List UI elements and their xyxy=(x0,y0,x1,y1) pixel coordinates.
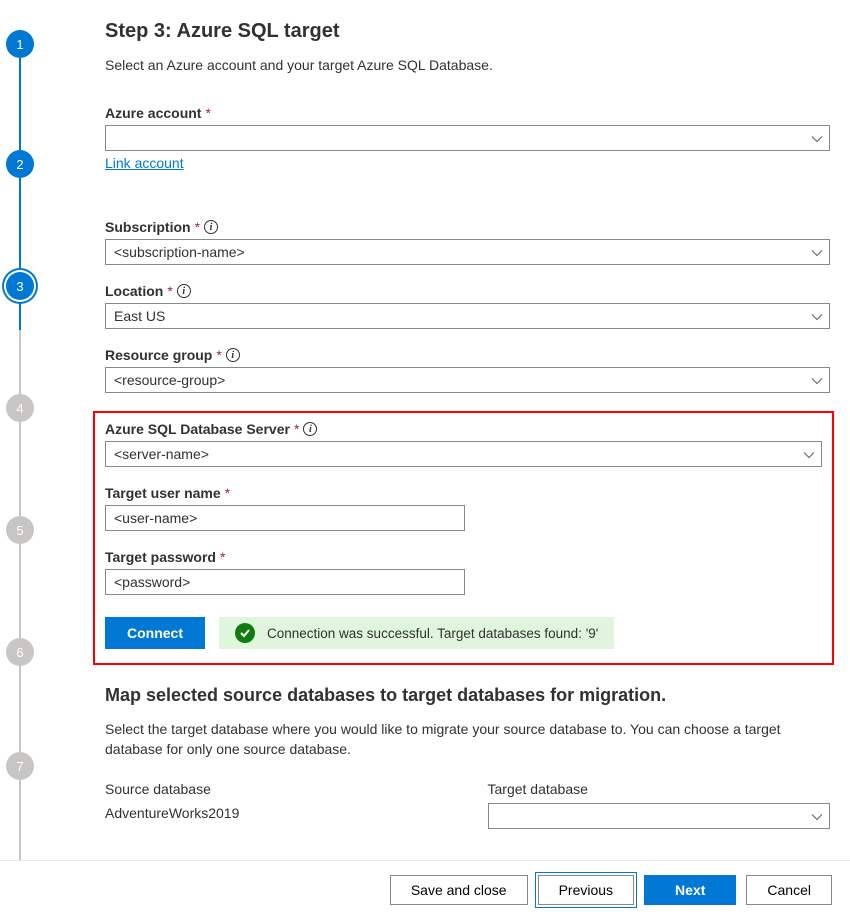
step-6: 6 xyxy=(6,638,34,666)
mapping-description: Select the target database where you wou… xyxy=(105,720,830,759)
chevron-down-icon xyxy=(811,811,821,821)
chevron-down-icon xyxy=(811,247,821,257)
server-label: Azure SQL Database Server* i xyxy=(105,421,822,437)
next-button[interactable]: Next xyxy=(644,875,736,905)
target-db-select[interactable] xyxy=(488,803,831,829)
username-label: Target user name* xyxy=(105,485,822,501)
info-icon[interactable]: i xyxy=(303,422,317,436)
target-db-header: Target database xyxy=(488,781,831,797)
previous-button[interactable]: Previous xyxy=(538,875,634,905)
location-select[interactable]: East US xyxy=(105,303,830,329)
location-label: Location* i xyxy=(105,283,830,299)
username-input[interactable]: <user-name> xyxy=(105,505,465,531)
page-title: Step 3: Azure SQL target xyxy=(105,20,830,43)
server-select[interactable]: <server-name> xyxy=(105,441,822,467)
mapping-title: Map selected source databases to target … xyxy=(105,685,830,706)
highlight-region: Azure SQL Database Server* i <server-nam… xyxy=(93,411,834,665)
cancel-button[interactable]: Cancel xyxy=(746,875,832,905)
step-indicator: 1 2 3 4 5 6 7 xyxy=(0,0,60,860)
connect-button[interactable]: Connect xyxy=(105,617,205,649)
save-and-close-button[interactable]: Save and close xyxy=(390,875,528,905)
step-7: 7 xyxy=(6,752,34,780)
password-input[interactable]: <password> xyxy=(105,569,465,595)
source-db-header: Source database xyxy=(105,781,448,797)
azure-account-select[interactable] xyxy=(105,125,830,151)
subscription-select[interactable]: <subscription-name> xyxy=(105,239,830,265)
page-description: Select an Azure account and your target … xyxy=(105,57,830,73)
success-check-icon xyxy=(235,623,255,643)
azure-account-label: Azure account* xyxy=(105,105,830,121)
resource-group-select[interactable]: <resource-group> xyxy=(105,367,830,393)
step-1[interactable]: 1 xyxy=(6,30,34,58)
chevron-down-icon xyxy=(811,311,821,321)
step-4: 4 xyxy=(6,394,34,422)
step-5: 5 xyxy=(6,516,34,544)
resource-group-label: Resource group* i xyxy=(105,347,830,363)
password-label: Target password* xyxy=(105,549,822,565)
wizard-footer: Save and close Previous Next Cancel xyxy=(0,860,850,919)
source-db-value: AdventureWorks2019 xyxy=(105,803,448,821)
chevron-down-icon xyxy=(811,133,821,143)
info-icon[interactable]: i xyxy=(177,284,191,298)
info-icon[interactable]: i xyxy=(204,220,218,234)
subscription-label: Subscription* i xyxy=(105,219,830,235)
step-3[interactable]: 3 xyxy=(6,272,34,300)
info-icon[interactable]: i xyxy=(226,348,240,362)
chevron-down-icon xyxy=(803,449,813,459)
step-2[interactable]: 2 xyxy=(6,150,34,178)
connection-status: Connection was successful. Target databa… xyxy=(219,617,614,649)
link-account-link[interactable]: Link account xyxy=(105,155,184,171)
chevron-down-icon xyxy=(811,375,821,385)
